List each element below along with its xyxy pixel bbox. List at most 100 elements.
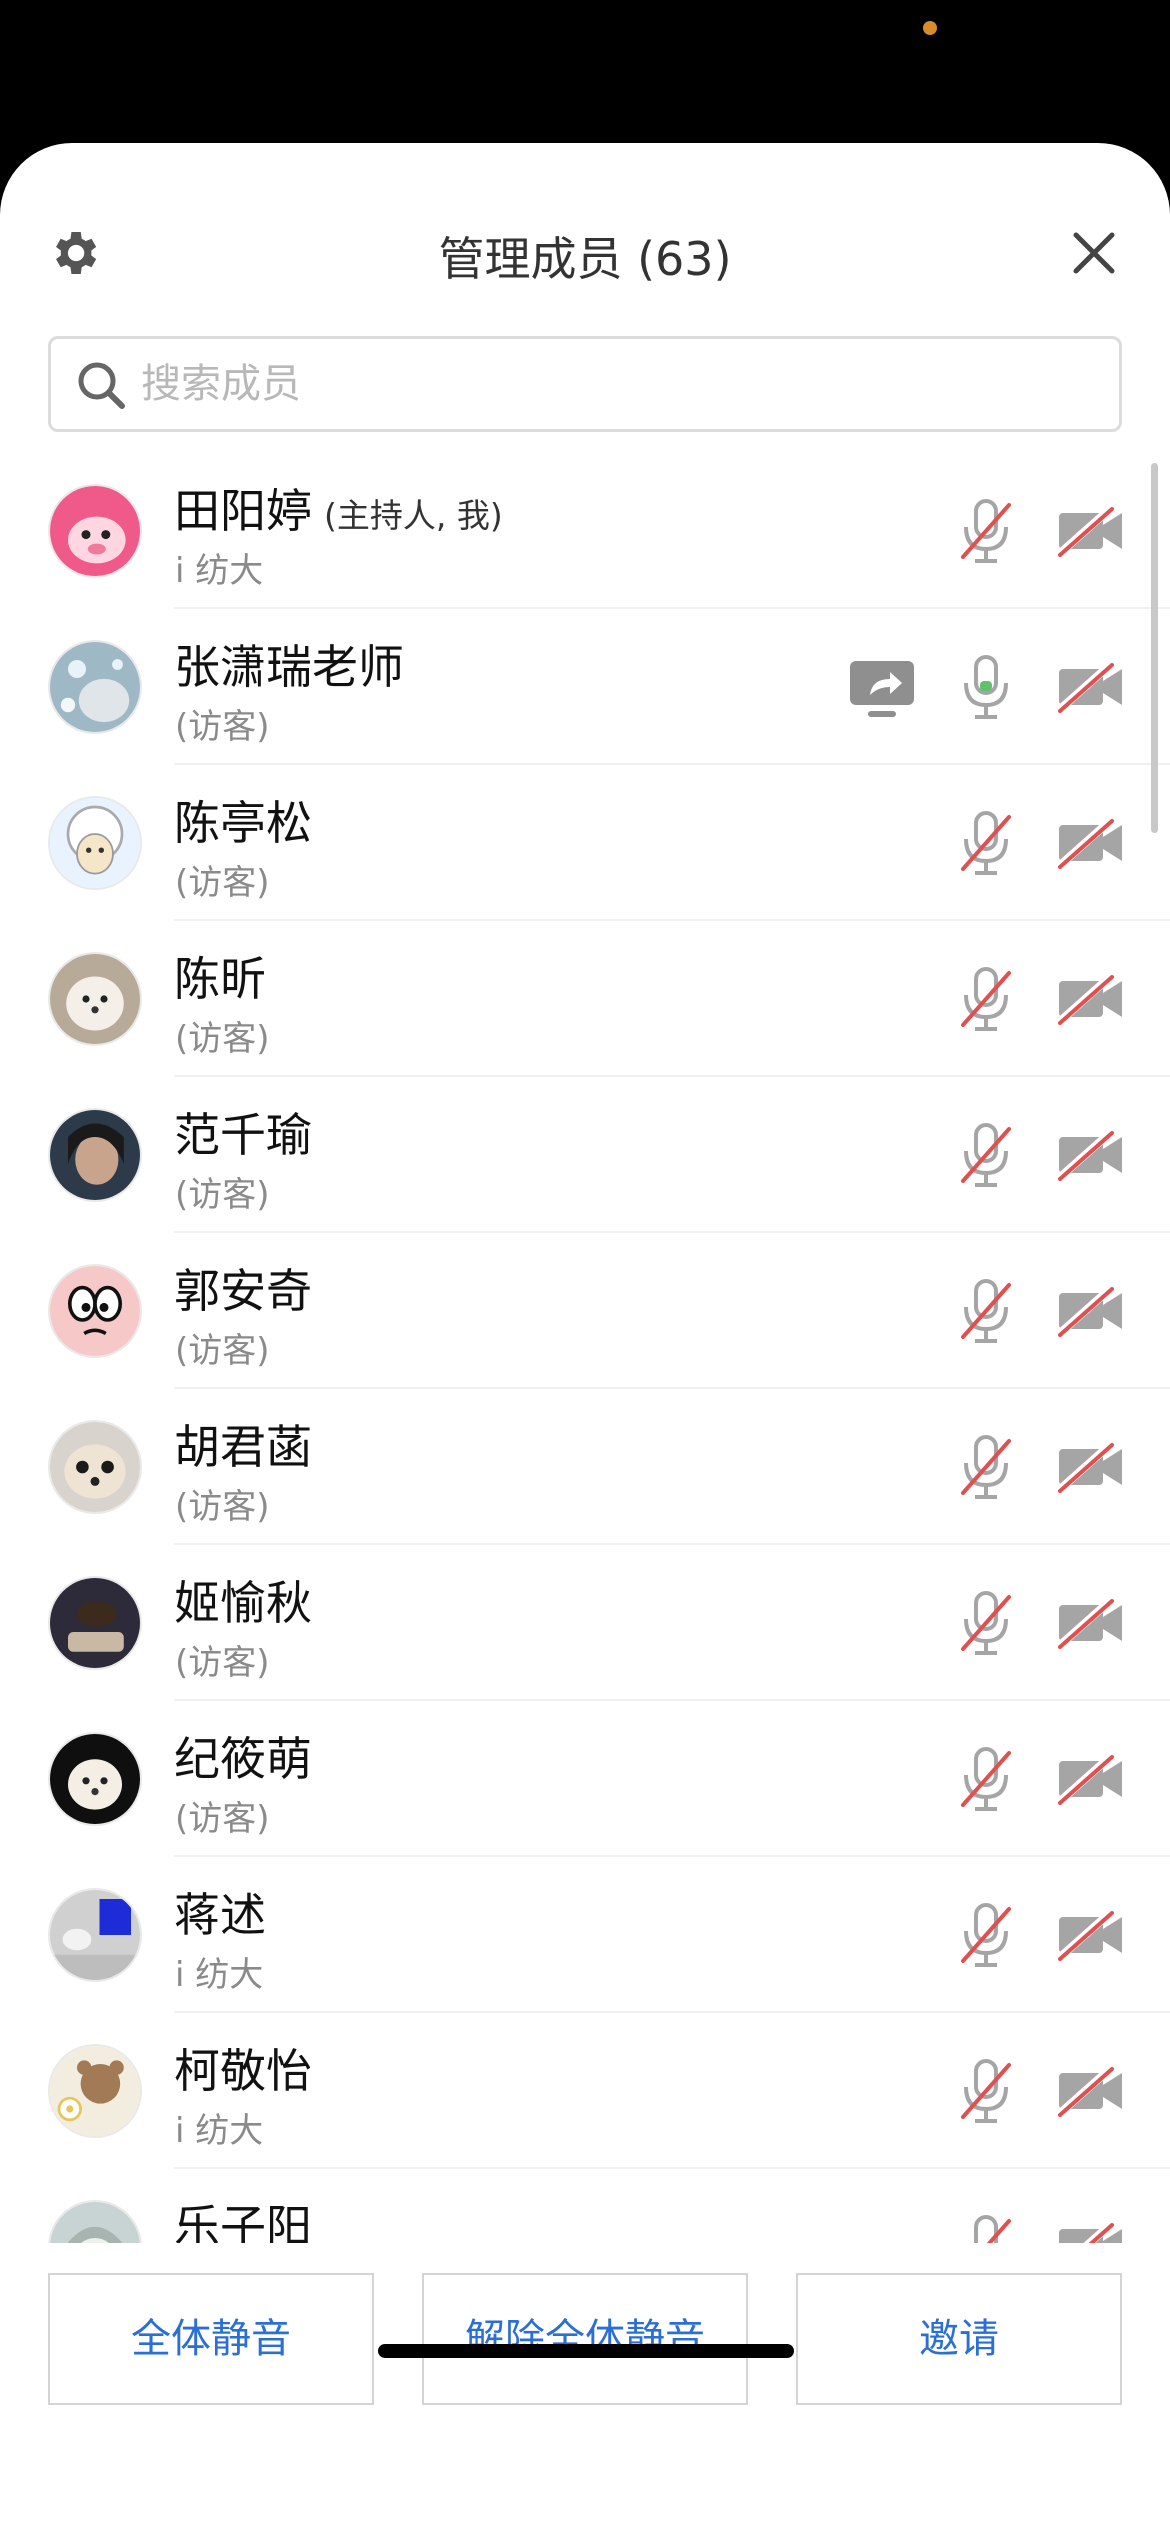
- camera-off-icon[interactable]: [1055, 1751, 1126, 1807]
- member-row[interactable]: 陈亭松 (访客): [0, 765, 1170, 921]
- sheet-header: 管理成员 (63): [0, 143, 1170, 318]
- member-name: 范千瑜: [174, 1099, 324, 1165]
- member-name: 乐子阳: [174, 2191, 324, 2243]
- microphone-muted-icon[interactable]: [955, 1745, 1017, 1813]
- member-row[interactable]: 蒋述 i 纺大: [0, 1857, 1170, 2013]
- camera-off-icon[interactable]: [1055, 659, 1126, 715]
- member-name: 姬愉秋: [174, 1567, 324, 1633]
- member-name-text: 张潇瑞老师: [174, 640, 404, 694]
- member-subtitle: i 纺大: [175, 2111, 264, 2151]
- camera-off-icon[interactable]: [1055, 815, 1126, 871]
- camera-off-icon[interactable]: [1055, 503, 1126, 559]
- member-row[interactable]: 陈昕 (访客): [0, 921, 1170, 1077]
- status-indicator-dot: [923, 21, 937, 35]
- avatar: [48, 1888, 142, 1982]
- member-row[interactable]: 姬愉秋 (访客): [0, 1545, 1170, 1701]
- member-row[interactable]: 柯敬怡 i 纺大: [0, 2013, 1170, 2169]
- camera-off-icon[interactable]: [1055, 1595, 1126, 1651]
- camera-off-icon[interactable]: [1055, 2063, 1126, 2119]
- avatar: [48, 952, 142, 1046]
- microphone-muted-icon[interactable]: [955, 2213, 1017, 2243]
- microphone-muted-icon[interactable]: [955, 1121, 1017, 1189]
- avatar: [48, 1576, 142, 1670]
- close-icon[interactable]: [1070, 229, 1118, 277]
- member-subtitle: (访客): [175, 1799, 270, 1839]
- member-subtitle: i 纺大: [175, 1955, 264, 1995]
- microphone-muted-icon[interactable]: [955, 1589, 1017, 1657]
- member-subtitle: (访客): [175, 863, 270, 903]
- member-row[interactable]: 郭安奇 (访客): [0, 1233, 1170, 1389]
- invite-button[interactable]: 邀请: [796, 2273, 1122, 2405]
- home-indicator: [378, 2344, 794, 2358]
- microphone-icon[interactable]: [955, 653, 1017, 721]
- camera-off-icon[interactable]: [1055, 1907, 1126, 1963]
- member-name-text: 陈昕: [174, 952, 266, 1006]
- member-name-text: 蒋述: [174, 1888, 266, 1942]
- member-row[interactable]: 胡君菡 (访客): [0, 1389, 1170, 1545]
- member-subtitle: i 纺大: [175, 551, 264, 591]
- avatar: [48, 1264, 142, 1358]
- camera-off-icon[interactable]: [1055, 1439, 1126, 1495]
- microphone-muted-icon[interactable]: [955, 1901, 1017, 1969]
- search-input[interactable]: [141, 351, 1101, 417]
- member-name-text: 陈亭松: [174, 796, 312, 850]
- member-row[interactable]: 纪筱萌 (访客): [0, 1701, 1170, 1857]
- mute-all-button[interactable]: 全体静音: [48, 2273, 374, 2405]
- member-subtitle: (访客): [175, 1643, 270, 1683]
- avatar: [48, 796, 142, 890]
- manage-members-sheet: 管理成员 (63) 田阳婷 (主持人, 我) i 纺大: [0, 143, 1170, 2532]
- member-name-text: 姬愉秋: [174, 1576, 312, 1630]
- avatar: [48, 640, 142, 734]
- member-name: 柯敬怡: [174, 2035, 324, 2101]
- avatar: [48, 1108, 142, 1202]
- screen-share-icon[interactable]: [848, 659, 916, 721]
- avatar: [48, 2200, 142, 2243]
- microphone-muted-icon[interactable]: [955, 497, 1017, 565]
- member-name-text: 田阳婷: [174, 484, 312, 538]
- member-subtitle: (访客): [175, 1331, 270, 1371]
- camera-off-icon[interactable]: [1055, 1127, 1126, 1183]
- member-name: 蒋述: [174, 1879, 278, 1945]
- member-list[interactable]: 田阳婷 (主持人, 我) i 纺大 张潇瑞老师 (访客) 陈亭松 (访客) 陈昕…: [0, 453, 1170, 2243]
- member-row[interactable]: 张潇瑞老师 (访客): [0, 609, 1170, 765]
- member-name-text: 范千瑜: [174, 1108, 312, 1162]
- avatar: [48, 1420, 142, 1514]
- member-name-text: 乐子阳: [174, 2200, 312, 2243]
- member-role: (主持人, 我): [324, 496, 503, 535]
- member-row[interactable]: 田阳婷 (主持人, 我) i 纺大: [0, 453, 1170, 609]
- camera-off-icon[interactable]: [1055, 1283, 1126, 1339]
- member-row[interactable]: 乐子阳: [0, 2169, 1170, 2243]
- camera-off-icon[interactable]: [1056, 2219, 1126, 2243]
- microphone-muted-icon[interactable]: [955, 965, 1017, 1033]
- member-name: 陈昕: [174, 943, 278, 1009]
- member-row[interactable]: 范千瑜 (访客): [0, 1077, 1170, 1233]
- microphone-muted-icon[interactable]: [955, 1277, 1017, 1345]
- member-name: 陈亭松: [174, 787, 324, 853]
- microphone-muted-icon[interactable]: [955, 2057, 1017, 2125]
- search-icon: [75, 359, 127, 411]
- member-name: 田阳婷 (主持人, 我): [174, 475, 503, 541]
- footer-actions: 全体静音 解除全体静音 邀请: [0, 2243, 1170, 2532]
- member-name-text: 郭安奇: [174, 1264, 312, 1318]
- member-name-text: 胡君菡: [174, 1420, 312, 1474]
- member-name: 纪筱萌: [174, 1723, 324, 1789]
- unmute-all-button[interactable]: 解除全体静音: [422, 2273, 748, 2405]
- microphone-muted-icon[interactable]: [955, 809, 1017, 877]
- camera-off-icon[interactable]: [1055, 971, 1126, 1027]
- member-subtitle: (访客): [175, 707, 270, 747]
- microphone-muted-icon[interactable]: [955, 1433, 1017, 1501]
- member-name: 郭安奇: [174, 1255, 324, 1321]
- page-title: 管理成员 (63): [438, 232, 732, 286]
- list-scrollbar[interactable]: [1151, 463, 1158, 833]
- member-subtitle: (访客): [175, 1487, 270, 1527]
- member-name-text: 柯敬怡: [174, 2044, 312, 2098]
- avatar: [48, 484, 142, 578]
- search-box[interactable]: [48, 336, 1122, 432]
- member-subtitle: (访客): [175, 1175, 270, 1215]
- member-name-text: 纪筱萌: [174, 1732, 312, 1786]
- avatar: [48, 1732, 142, 1826]
- avatar: [48, 2044, 142, 2138]
- member-name: 张潇瑞老师: [174, 631, 416, 697]
- member-subtitle: (访客): [175, 1019, 270, 1059]
- member-name: 胡君菡: [174, 1411, 324, 1477]
